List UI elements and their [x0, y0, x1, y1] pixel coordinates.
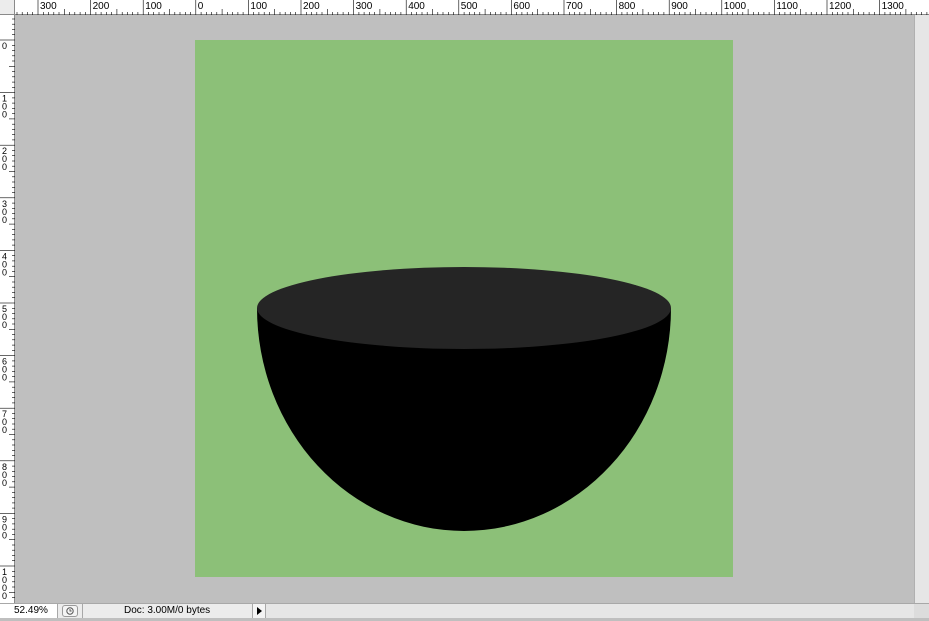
- vertical-ruler-label: 300: [2, 199, 7, 225]
- status-bar: 52.49% Doc: 3.00M/0 bytes: [0, 603, 929, 618]
- zoom-level-field[interactable]: 52.49%: [0, 604, 58, 618]
- vertical-ruler-label: 800: [2, 462, 7, 488]
- horizontal-ruler-label: 200: [93, 1, 110, 12]
- horizontal-ruler-label: 100: [145, 1, 162, 12]
- bowl-rim: [257, 267, 671, 349]
- horizontal-ruler-label: 200: [303, 1, 320, 12]
- horizontal-ruler-label: 500: [461, 1, 478, 12]
- vertical-ruler-label: 900: [2, 514, 7, 540]
- document-artboard[interactable]: [195, 40, 733, 577]
- horizontal-ruler-label: 1100: [776, 1, 798, 12]
- vertical-ruler-label: 600: [2, 357, 7, 383]
- vertical-ruler-label: 1000: [2, 567, 7, 601]
- vertical-ruler-label: 200: [2, 146, 7, 172]
- vertical-scrollbar[interactable]: [914, 15, 929, 603]
- horizontal-ruler-label: 1000: [724, 1, 747, 12]
- horizontal-ruler-label: 300: [40, 1, 57, 12]
- vertical-ruler-label: 700: [2, 409, 7, 435]
- horizontal-ruler-label: 800: [619, 1, 636, 12]
- horizontal-ruler-label: 600: [513, 1, 530, 12]
- horizontal-ruler-marks: 300 200 100 0 100 200 300 400 500 600 700 800 900 100…: [0, 0, 928, 15]
- horizontal-ruler-label: 700: [566, 1, 583, 12]
- horizontal-ruler-label: 300: [356, 1, 373, 12]
- horizontal-scrollbar[interactable]: [266, 604, 914, 618]
- document-info: Doc: 3.00M/0 bytes: [82, 604, 252, 618]
- canvas-area[interactable]: [15, 15, 914, 603]
- vertical-ruler-label: 500: [2, 304, 7, 330]
- vertical-ruler-marks: 0 1 0 0 2 0 0 3 0 0 4 0 0 5 0 0 6 0 0 7 0 0 8 0 0 9 0 0 1 0 0 0: [0, 18, 15, 601]
- status-menu-icon: [66, 607, 74, 615]
- horizontal-ruler-label: 400: [408, 1, 425, 12]
- resize-corner[interactable]: [914, 604, 929, 618]
- horizontal-ruler-label: 900: [671, 1, 688, 12]
- horizontal-ruler-label: 1200: [829, 1, 852, 12]
- horizontal-ruler-label: 100: [250, 1, 267, 12]
- status-arrow-icon: [257, 607, 262, 615]
- vertical-ruler[interactable]: 0 100 200 300 400 500 600 700 800 900 1000: [0, 15, 15, 603]
- status-info-menu-button[interactable]: [252, 604, 266, 618]
- horizontal-ruler[interactable]: 300 200 100 0 100 200 300 400 500 600 700 800 900 100…: [0, 0, 929, 15]
- horizontal-ruler-label: 0: [198, 1, 204, 12]
- horizontal-ruler-label: 1300: [882, 1, 905, 12]
- vertical-ruler-label: 0: [2, 41, 7, 51]
- ruler-origin-corner[interactable]: [0, 0, 15, 15]
- vertical-ruler-label: 400: [2, 251, 7, 277]
- vertical-ruler-label: 100: [2, 94, 7, 120]
- status-menu-button[interactable]: [62, 605, 78, 617]
